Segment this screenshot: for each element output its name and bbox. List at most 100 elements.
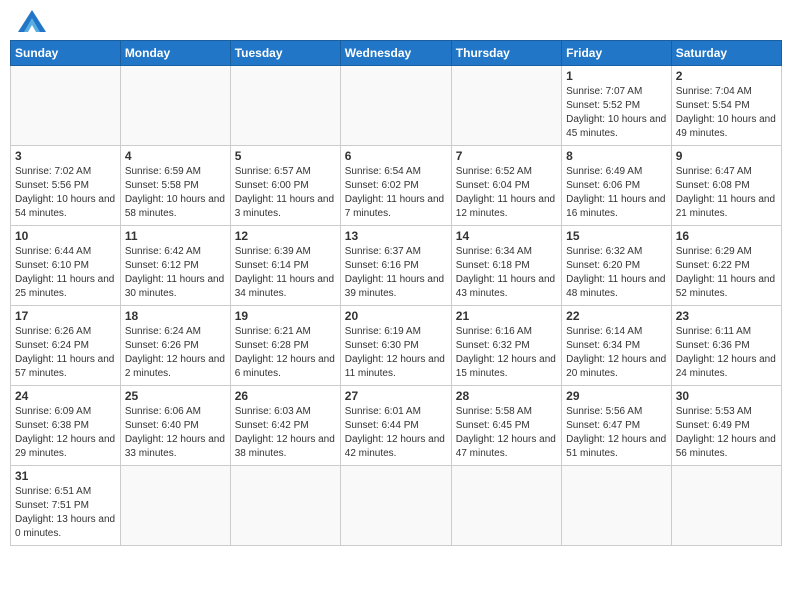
day-number: 11 [125,229,226,243]
day-number: 17 [15,309,116,323]
day-number: 26 [235,389,336,403]
day-number: 28 [456,389,557,403]
day-number: 27 [345,389,447,403]
weekday-header-sunday: Sunday [11,41,121,66]
calendar-day-cell: 30 Sunrise: 5:53 AMSunset: 6:49 PMDayligh… [671,386,781,466]
day-info: Sunrise: 6:24 AMSunset: 6:26 PMDaylight:… [125,325,226,381]
day-info: Sunrise: 6:09 AMSunset: 6:38 PMDaylight:… [15,405,116,461]
calendar-day-cell: 5 Sunrise: 6:57 AMSunset: 6:00 PMDaylight… [230,146,340,226]
day-number: 3 [15,149,116,163]
calendar-day-cell: 26 Sunrise: 6:03 AMSunset: 6:42 PMDayligh… [230,386,340,466]
day-number: 21 [456,309,557,323]
calendar-day-cell: 21 Sunrise: 6:16 AMSunset: 6:32 PMDayligh… [451,306,561,386]
day-number: 14 [456,229,557,243]
day-number: 10 [15,229,116,243]
calendar-day-cell: 2Sunrise: 7:04 AMSunset: 5:54 PMDaylight… [671,66,781,146]
day-number: 13 [345,229,447,243]
calendar-day-cell: 11 Sunrise: 6:42 AMSunset: 6:12 PMDayligh… [120,226,230,306]
day-info: Sunrise: 6:29 AMSunset: 6:22 PMDaylight:… [676,245,777,301]
day-info: Sunrise: 6:51 AMSunset: 7:51 PMDaylight:… [15,485,116,541]
day-number: 7 [456,149,557,163]
day-info: Sunrise: 6:06 AMSunset: 6:40 PMDaylight:… [125,405,226,461]
calendar-day-cell: 6Sunrise: 6:54 AMSunset: 6:02 PMDaylight… [340,146,451,226]
calendar-day-cell: 24 Sunrise: 6:09 AMSunset: 6:38 PMDayligh… [11,386,121,466]
day-info: Sunrise: 6:57 AMSunset: 6:00 PMDaylight:… [235,165,336,221]
day-info: Sunrise: 6:11 AMSunset: 6:36 PMDaylight:… [676,325,777,381]
calendar-week-row: 17 Sunrise: 6:26 AMSunset: 6:24 PMDayligh… [11,306,782,386]
calendar-day-cell: 27Sunrise: 6:01 AMSunset: 6:44 PMDayligh… [340,386,451,466]
calendar-week-row: 24 Sunrise: 6:09 AMSunset: 6:38 PMDayligh… [11,386,782,466]
calendar-day-cell: 28Sunrise: 5:58 AMSunset: 6:45 PMDayligh… [451,386,561,466]
calendar-day-cell [562,466,672,546]
day-number: 23 [676,309,777,323]
calendar-day-cell: 15Sunrise: 6:32 AMSunset: 6:20 PMDayligh… [562,226,672,306]
calendar-day-cell: 19Sunrise: 6:21 AMSunset: 6:28 PMDayligh… [230,306,340,386]
calendar-week-row: 3 Sunrise: 7:02 AMSunset: 5:56 PMDaylight… [11,146,782,226]
calendar-day-cell: 3 Sunrise: 7:02 AMSunset: 5:56 PMDaylight… [11,146,121,226]
day-number: 24 [15,389,116,403]
day-info: Sunrise: 6:49 AMSunset: 6:06 PMDaylight:… [566,165,667,221]
day-info: Sunrise: 6:16 AMSunset: 6:32 PMDaylight:… [456,325,557,381]
day-info: Sunrise: 6:37 AMSunset: 6:16 PMDaylight:… [345,245,447,301]
calendar-day-cell: 17 Sunrise: 6:26 AMSunset: 6:24 PMDayligh… [11,306,121,386]
day-number: 1 [566,69,667,83]
day-info: Sunrise: 7:07 AMSunset: 5:52 PMDaylight:… [566,85,667,141]
calendar-day-cell [120,466,230,546]
weekday-header-tuesday: Tuesday [230,41,340,66]
day-info: Sunrise: 6:54 AMSunset: 6:02 PMDaylight:… [345,165,447,221]
calendar-day-cell: 7 Sunrise: 6:52 AMSunset: 6:04 PMDaylight… [451,146,561,226]
calendar-day-cell: 9Sunrise: 6:47 AMSunset: 6:08 PMDaylight… [671,146,781,226]
calendar-week-row: 31Sunrise: 6:51 AMSunset: 7:51 PMDayligh… [11,466,782,546]
calendar-day-cell [230,66,340,146]
weekday-header-monday: Monday [120,41,230,66]
calendar-day-cell: 1 Sunrise: 7:07 AMSunset: 5:52 PMDaylight… [562,66,672,146]
calendar-day-cell [671,466,781,546]
calendar-week-row: 1 Sunrise: 7:07 AMSunset: 5:52 PMDaylight… [11,66,782,146]
day-number: 18 [125,309,226,323]
calendar-day-cell: 18 Sunrise: 6:24 AMSunset: 6:26 PMDayligh… [120,306,230,386]
day-number: 20 [345,309,447,323]
day-info: Sunrise: 6:42 AMSunset: 6:12 PMDaylight:… [125,245,226,301]
calendar-week-row: 10Sunrise: 6:44 AMSunset: 6:10 PMDayligh… [11,226,782,306]
day-info: Sunrise: 6:39 AMSunset: 6:14 PMDaylight:… [235,245,336,301]
day-info: Sunrise: 6:03 AMSunset: 6:42 PMDaylight:… [235,405,336,461]
day-number: 29 [566,389,667,403]
calendar-day-cell: 31Sunrise: 6:51 AMSunset: 7:51 PMDayligh… [11,466,121,546]
day-info: Sunrise: 7:02 AMSunset: 5:56 PMDaylight:… [15,165,116,221]
calendar-day-cell: 12 Sunrise: 6:39 AMSunset: 6:14 PMDayligh… [230,226,340,306]
day-number: 8 [566,149,667,163]
calendar-day-cell: 25Sunrise: 6:06 AMSunset: 6:40 PMDayligh… [120,386,230,466]
day-info: Sunrise: 6:21 AMSunset: 6:28 PMDaylight:… [235,325,336,381]
logo-icon [18,10,46,32]
day-info: Sunrise: 6:32 AMSunset: 6:20 PMDaylight:… [566,245,667,301]
calendar-day-cell [451,66,561,146]
day-number: 30 [676,389,777,403]
calendar-body: 1 Sunrise: 7:07 AMSunset: 5:52 PMDaylight… [11,66,782,546]
calendar-day-cell: 22 Sunrise: 6:14 AMSunset: 6:34 PMDayligh… [562,306,672,386]
day-info: Sunrise: 6:59 AMSunset: 5:58 PMDaylight:… [125,165,226,221]
calendar-day-cell: 4Sunrise: 6:59 AMSunset: 5:58 PMDaylight… [120,146,230,226]
weekday-header-friday: Friday [562,41,672,66]
weekday-header-row: SundayMondayTuesdayWednesdayThursdayFrid… [11,41,782,66]
day-number: 12 [235,229,336,243]
day-info: Sunrise: 5:56 AMSunset: 6:47 PMDaylight:… [566,405,667,461]
calendar-day-cell: 13 Sunrise: 6:37 AMSunset: 6:16 PMDayligh… [340,226,451,306]
calendar-day-cell [120,66,230,146]
day-number: 22 [566,309,667,323]
day-number: 5 [235,149,336,163]
day-number: 16 [676,229,777,243]
page-header [10,10,782,32]
calendar-day-cell: 16 Sunrise: 6:29 AMSunset: 6:22 PMDayligh… [671,226,781,306]
day-info: Sunrise: 6:47 AMSunset: 6:08 PMDaylight:… [676,165,777,221]
calendar-day-cell [230,466,340,546]
logo [14,10,46,32]
day-info: Sunrise: 5:53 AMSunset: 6:49 PMDaylight:… [676,405,777,461]
calendar-day-cell: 20Sunrise: 6:19 AMSunset: 6:30 PMDayligh… [340,306,451,386]
weekday-header-wednesday: Wednesday [340,41,451,66]
calendar-day-cell [11,66,121,146]
day-info: Sunrise: 6:14 AMSunset: 6:34 PMDaylight:… [566,325,667,381]
calendar-day-cell: 23 Sunrise: 6:11 AMSunset: 6:36 PMDayligh… [671,306,781,386]
calendar-day-cell [451,466,561,546]
day-info: Sunrise: 6:52 AMSunset: 6:04 PMDaylight:… [456,165,557,221]
day-info: Sunrise: 6:26 AMSunset: 6:24 PMDaylight:… [15,325,116,381]
